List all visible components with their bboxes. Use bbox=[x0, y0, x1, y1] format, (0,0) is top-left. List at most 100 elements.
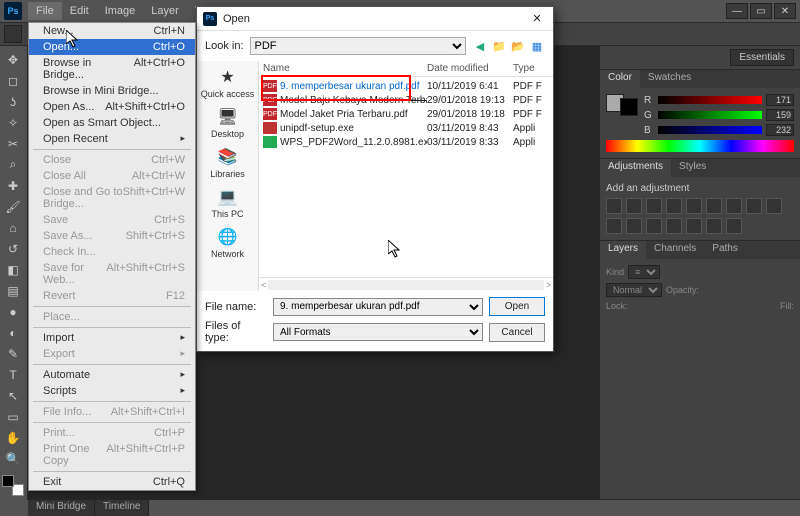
file-menu-item[interactable]: New...Ctrl+N bbox=[29, 23, 195, 39]
layers-tab[interactable]: Layers bbox=[600, 241, 646, 259]
b-slider[interactable] bbox=[658, 126, 762, 134]
adj-icon[interactable] bbox=[646, 218, 662, 234]
file-menu-item[interactable]: Import▸ bbox=[29, 330, 195, 346]
color-swatches[interactable] bbox=[606, 94, 638, 136]
col-date[interactable]: Date modified bbox=[427, 63, 513, 74]
adj-icon[interactable] bbox=[726, 218, 742, 234]
spectrum-bar[interactable] bbox=[606, 140, 794, 152]
adj-icon[interactable] bbox=[706, 218, 722, 234]
adj-icon[interactable] bbox=[726, 198, 742, 214]
zoom-tool-icon[interactable]: 🔍 bbox=[2, 450, 24, 469]
path-tool-icon[interactable]: ↖ bbox=[2, 387, 24, 406]
file-menu-item[interactable]: Open Recent▸ bbox=[29, 131, 195, 147]
file-row[interactable]: WPS_PDF2Word_11.2.0.8981.exe03/11/2019 8… bbox=[259, 135, 553, 149]
up-icon[interactable]: 📁 bbox=[491, 38, 507, 54]
b-value[interactable]: 232 bbox=[766, 124, 794, 136]
menu-image[interactable]: Image bbox=[97, 2, 144, 20]
workspace-switcher[interactable]: Essentials bbox=[730, 49, 794, 66]
timeline-tab[interactable]: Timeline bbox=[95, 500, 149, 516]
heal-tool-icon[interactable]: ✚ bbox=[2, 176, 24, 195]
paths-tab[interactable]: Paths bbox=[704, 241, 746, 259]
blur-tool-icon[interactable]: ● bbox=[2, 303, 24, 322]
r-value[interactable]: 171 bbox=[766, 94, 794, 106]
g-slider[interactable] bbox=[658, 111, 762, 119]
filename-input[interactable]: 9. memperbesar ukuran pdf.pdf bbox=[273, 298, 483, 316]
kind-select[interactable]: ≡ bbox=[628, 265, 660, 279]
place-item[interactable]: 🌐Network bbox=[211, 227, 244, 259]
stamp-tool-icon[interactable]: ⌂ bbox=[2, 218, 24, 237]
views-icon[interactable]: ▦ bbox=[529, 38, 545, 54]
adj-icon[interactable] bbox=[606, 198, 622, 214]
foreground-background-colors[interactable] bbox=[2, 475, 24, 496]
file-menu-item[interactable]: Open...Ctrl+O bbox=[29, 39, 195, 55]
adj-icon[interactable] bbox=[706, 198, 722, 214]
adj-icon[interactable] bbox=[686, 218, 702, 234]
adj-icon[interactable] bbox=[666, 198, 682, 214]
adj-icon[interactable] bbox=[766, 198, 782, 214]
file-menu-item[interactable]: Open as Smart Object... bbox=[29, 115, 195, 131]
file-menu-item[interactable]: ExitCtrl+Q bbox=[29, 474, 195, 490]
current-tool-icon[interactable] bbox=[4, 25, 22, 43]
open-button[interactable]: Open bbox=[489, 297, 545, 316]
blend-mode[interactable]: Normal bbox=[606, 283, 662, 297]
file-row[interactable]: PDFModel Baju Kebaya Modern Terbaru.pdf2… bbox=[259, 93, 553, 107]
adj-icon[interactable] bbox=[626, 198, 642, 214]
history-brush-icon[interactable]: ↺ bbox=[2, 239, 24, 258]
back-icon[interactable]: ◀ bbox=[472, 38, 488, 54]
horizontal-scrollbar[interactable]: <> bbox=[259, 277, 553, 291]
dialog-close-button[interactable]: ✕ bbox=[527, 12, 547, 25]
close-button[interactable]: ✕ bbox=[774, 3, 796, 19]
marquee-tool-icon[interactable]: ◻ bbox=[2, 71, 24, 90]
color-tab[interactable]: Color bbox=[600, 70, 640, 88]
eyedropper-tool-icon[interactable]: ⌕ bbox=[2, 155, 24, 174]
file-menu-item[interactable]: Open As...Alt+Shift+Ctrl+O bbox=[29, 99, 195, 115]
mini-bridge-tab[interactable]: Mini Bridge bbox=[28, 500, 95, 516]
newfolder-icon[interactable]: 📂 bbox=[510, 38, 526, 54]
maximize-button[interactable]: ▭ bbox=[750, 3, 772, 19]
lasso-tool-icon[interactable]: ʖ bbox=[2, 92, 24, 111]
file-row[interactable]: PDFModel Jaket Pria Terbaru.pdf29/01/201… bbox=[259, 107, 553, 121]
adj-icon[interactable] bbox=[606, 218, 622, 234]
adjustments-tab[interactable]: Adjustments bbox=[600, 159, 671, 177]
menu-file[interactable]: File bbox=[28, 2, 62, 20]
adj-icon[interactable] bbox=[626, 218, 642, 234]
place-item[interactable]: ★Quick access bbox=[201, 67, 255, 99]
adj-icon[interactable] bbox=[686, 198, 702, 214]
filetype-select[interactable]: All Formats bbox=[273, 323, 483, 341]
file-menu-item[interactable]: Browse in Mini Bridge... bbox=[29, 83, 195, 99]
place-item[interactable]: 🖥Desktop bbox=[211, 107, 244, 139]
file-menu-item[interactable]: Scripts▸ bbox=[29, 383, 195, 399]
shape-tool-icon[interactable]: ▭ bbox=[2, 408, 24, 427]
lookin-select[interactable]: PDF bbox=[250, 37, 466, 55]
styles-tab[interactable]: Styles bbox=[671, 159, 714, 177]
swatches-tab[interactable]: Swatches bbox=[640, 70, 699, 88]
place-item[interactable]: 📚Libraries bbox=[210, 147, 245, 179]
col-type[interactable]: Type bbox=[513, 63, 549, 74]
cancel-button[interactable]: Cancel bbox=[489, 323, 545, 342]
eraser-tool-icon[interactable]: ◧ bbox=[2, 260, 24, 279]
minimize-button[interactable]: — bbox=[726, 3, 748, 19]
gradient-tool-icon[interactable]: ▤ bbox=[2, 282, 24, 301]
hand-tool-icon[interactable]: ✋ bbox=[2, 429, 24, 448]
dodge-tool-icon[interactable]: ◐ bbox=[2, 324, 24, 343]
type-tool-icon[interactable]: T bbox=[2, 366, 24, 385]
file-menu-item[interactable]: Automate▸ bbox=[29, 367, 195, 383]
pen-tool-icon[interactable]: ✎ bbox=[2, 345, 24, 364]
g-value[interactable]: 159 bbox=[766, 109, 794, 121]
crop-tool-icon[interactable]: ✂ bbox=[2, 134, 24, 153]
file-menu-item[interactable]: Browse in Bridge...Alt+Ctrl+O bbox=[29, 55, 195, 83]
adj-icon[interactable] bbox=[746, 198, 762, 214]
wand-tool-icon[interactable]: ✧ bbox=[2, 113, 24, 132]
channels-tab[interactable]: Channels bbox=[646, 241, 704, 259]
menu-edit[interactable]: Edit bbox=[62, 2, 97, 20]
place-item[interactable]: 💻This PC bbox=[211, 187, 243, 219]
col-name[interactable]: Name bbox=[263, 63, 427, 74]
r-slider[interactable] bbox=[658, 96, 762, 104]
adj-icon[interactable] bbox=[646, 198, 662, 214]
file-row[interactable]: unipdf-setup.exe03/11/2019 8:43Appli bbox=[259, 121, 553, 135]
adj-icon[interactable] bbox=[666, 218, 682, 234]
file-row[interactable]: PDF9. memperbesar ukuran pdf.pdf10/11/20… bbox=[259, 79, 553, 93]
brush-tool-icon[interactable]: 🖌 bbox=[2, 197, 24, 216]
menu-layer[interactable]: Layer bbox=[143, 2, 187, 20]
move-tool-icon[interactable]: ✥ bbox=[2, 50, 24, 69]
